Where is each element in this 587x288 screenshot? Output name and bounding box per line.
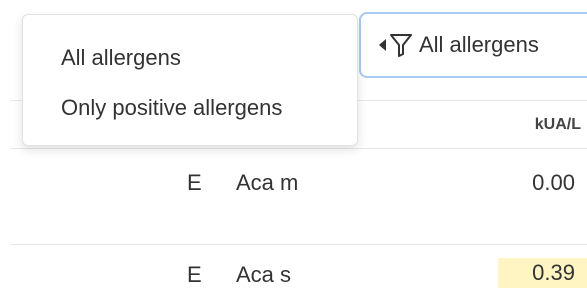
- caret-left-icon: [379, 39, 386, 51]
- unit-column-header: kUA/L: [534, 116, 581, 133]
- value-cell: 0.00: [532, 170, 575, 195]
- value-cell-highlighted: 0.39: [498, 258, 587, 288]
- menu-item-all-allergens[interactable]: All allergens: [61, 45, 181, 71]
- allergen-cell: Aca m: [236, 170, 299, 195]
- filter-funnel-icon: [390, 34, 412, 57]
- allergen-results-view: kUA/L E Aca m 0.00 E Aca s 0.39 All alle…: [0, 0, 587, 288]
- header-bottom-divider: [10, 148, 587, 149]
- menu-item-only-positive-allergens[interactable]: Only positive allergens: [61, 95, 282, 121]
- class-cell: E: [187, 262, 202, 287]
- allergen-cell: Aca s: [236, 262, 292, 287]
- class-cell: E: [187, 170, 202, 195]
- filter-button-label: All allergens: [419, 32, 539, 57]
- allergen-filter-button[interactable]: All allergens: [359, 12, 587, 78]
- allergen-filter-dropdown: All allergens Only positive allergens: [22, 14, 358, 146]
- row-divider: [10, 244, 587, 245]
